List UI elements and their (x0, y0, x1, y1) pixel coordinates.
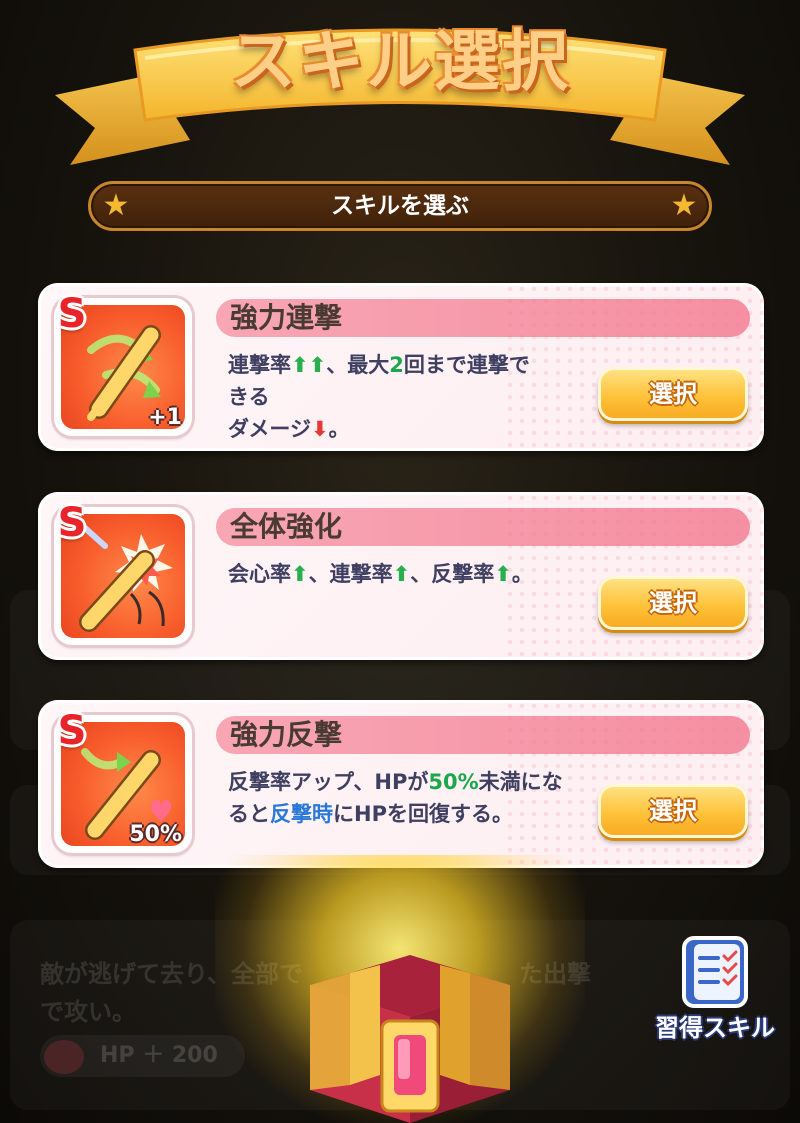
skill-icon-frame: S 50% (54, 708, 192, 853)
learned-skills-label: 習得スキル (655, 1014, 775, 1042)
description-segment: 連撃率 (228, 353, 291, 377)
description-segment: 。 (328, 417, 350, 441)
star-icon: ★ (670, 188, 698, 223)
description-segment: 、連撃率 (308, 562, 393, 586)
select-button[interactable]: 選択 (598, 576, 748, 630)
description-segment: 。 (511, 562, 533, 586)
rank-badge: S (57, 500, 87, 546)
description-segment: 反撃時 (270, 802, 333, 826)
description-segment: 会心率 (228, 562, 291, 586)
subtitle-label: スキルを選ぶ (331, 193, 469, 219)
skill-description: 会心率⬆、連撃率⬆、反撃率⬆。 (228, 558, 578, 590)
description-segment: ⬆ (291, 562, 309, 586)
skill-badge: 50% (129, 822, 182, 847)
skill-icon-frame: S +1 (54, 291, 192, 436)
description-segment: 、最大 (326, 353, 390, 377)
description-segment: ⬆ (494, 562, 512, 586)
notebook-icon (682, 936, 748, 1008)
description-segment: 50% (428, 770, 479, 794)
description-segment: 未満にな (478, 770, 563, 794)
skill-name: 全体強化 (230, 510, 343, 543)
learned-skills-button[interactable]: 習得スキル (640, 930, 790, 1042)
description-segment: ⬆⬆ (291, 353, 327, 377)
description-segment: 、反撃率 (410, 562, 495, 586)
skill-name: 強力連撃 (230, 301, 343, 334)
description-segment: ⬆ (392, 562, 411, 586)
description-segment: ⬇ (310, 417, 329, 441)
skill-card: S +1 強力連撃 連撃率⬆⬆、最大2回まで連撃できるダメージ⬇。 選択 (38, 283, 764, 451)
skill-card: S 50% 強力反撃 反撃率アップ、HPが50%未満にな ると反撃時にHPを回復す… (38, 700, 764, 868)
select-button[interactable]: 選択 (598, 367, 748, 421)
description-segment: きる (228, 385, 270, 409)
skill-card: S 全体強化 会心率⬆、連撃率⬆、反撃率⬆。 選択 (38, 492, 764, 660)
select-button[interactable]: 選択 (598, 784, 748, 838)
subtitle-bar: ★ スキルを選ぶ ★ (88, 181, 712, 231)
skill-badge: +1 (148, 405, 182, 430)
skill-description: 反撃率アップ、HPが50%未満になると反撃時にHPを回復する。 (228, 766, 578, 830)
skill-icon-frame: S (54, 500, 192, 645)
skill-name: 強力反撃 (230, 718, 343, 751)
description-segment: 2 (389, 353, 404, 377)
description-segment: 回まで連撃で (403, 353, 530, 377)
skill-description: 連撃率⬆⬆、最大2回まで連撃できるダメージ⬇。 (228, 349, 578, 445)
description-segment: 反撃率アップ、HPが (228, 770, 429, 794)
treasure-chest-icon[interactable] (290, 925, 530, 1123)
page-title: スキル選択 (230, 23, 570, 100)
description-segment: ると (228, 802, 270, 826)
rank-badge: S (57, 708, 87, 754)
rank-badge: S (57, 291, 87, 337)
description-segment: ダメージ (228, 417, 311, 441)
description-segment: にHPを回復する。 (333, 802, 513, 826)
